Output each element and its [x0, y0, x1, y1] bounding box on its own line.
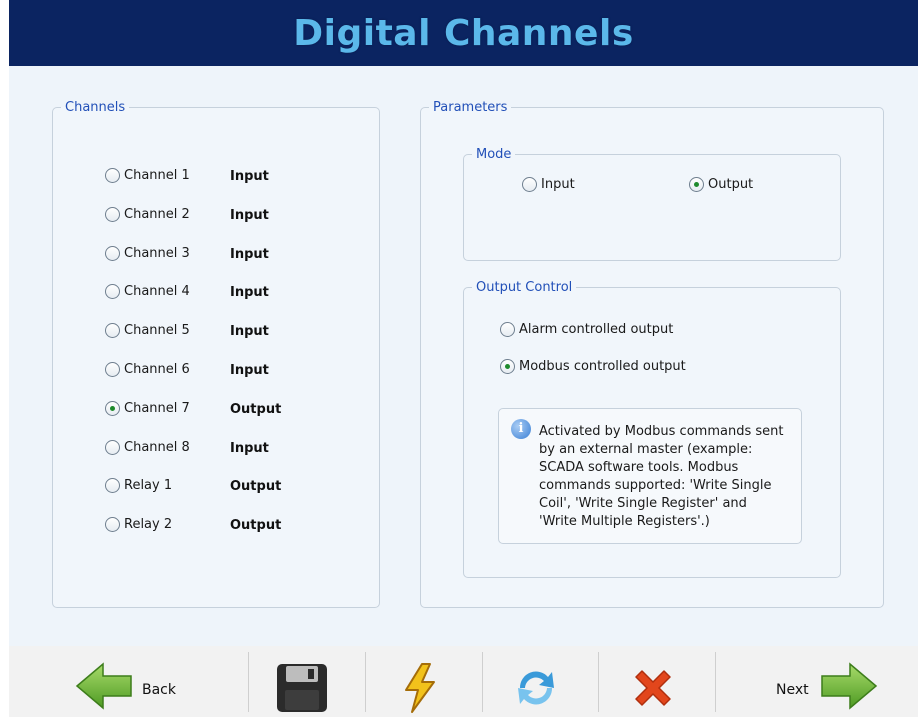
- save-button[interactable]: [275, 662, 329, 714]
- mode-input-radio[interactable]: [522, 177, 537, 192]
- alarm-controlled-radio[interactable]: [500, 322, 515, 337]
- mode-output-label: Output: [708, 177, 754, 192]
- mode-legend: Mode: [476, 147, 512, 162]
- channel-row[interactable]: Channel 5: [105, 323, 190, 338]
- info-line: by an external master (example:: [539, 442, 753, 457]
- channel-name: Channel 7: [124, 401, 190, 416]
- channel-type: Input: [230, 247, 269, 262]
- back-button[interactable]: Back: [75, 660, 185, 712]
- next-label: Next: [776, 682, 809, 698]
- channel-radio[interactable]: [105, 478, 120, 493]
- modbus-controlled-radio[interactable]: [500, 359, 515, 374]
- channel-name: Channel 4: [124, 284, 190, 299]
- info-text: Activated by Modbus commands sent by an …: [539, 423, 789, 531]
- back-arrow-icon: [75, 662, 132, 710]
- next-button[interactable]: Next: [776, 660, 880, 712]
- toolbar-divider: [248, 652, 249, 712]
- mode-output-radio[interactable]: [689, 177, 704, 192]
- channel-type: Output: [230, 402, 282, 417]
- channel-radio[interactable]: [105, 517, 120, 532]
- channel-row[interactable]: Relay 1: [105, 478, 172, 493]
- channels-legend: Channels: [65, 100, 126, 115]
- mode-group: Mode: [463, 147, 841, 261]
- channel-type: Input: [230, 208, 269, 223]
- alarm-controlled-option[interactable]: Alarm controlled output: [500, 322, 673, 337]
- info-icon: i: [511, 419, 531, 439]
- channel-radio[interactable]: [105, 323, 120, 338]
- output-control-legend: Output Control: [476, 280, 573, 295]
- channel-radio[interactable]: [105, 362, 120, 377]
- channel-name: Relay 2: [124, 517, 173, 532]
- info-line: 'Write Multiple Registers'.): [539, 514, 710, 529]
- channel-type: Input: [230, 441, 269, 456]
- toolbar-divider: [365, 652, 366, 712]
- apply-button[interactable]: [400, 662, 440, 714]
- mode-input-label: Input: [541, 177, 575, 192]
- refresh-button[interactable]: [512, 664, 560, 712]
- close-x-icon: [635, 670, 671, 706]
- modbus-controlled-label: Modbus controlled output: [519, 359, 686, 374]
- channel-name: Channel 5: [124, 323, 190, 338]
- channel-radio[interactable]: [105, 207, 120, 222]
- info-line: Coil', 'Write Single Register' and: [539, 496, 747, 511]
- channel-type: Output: [230, 479, 282, 494]
- close-button[interactable]: [630, 665, 676, 711]
- channel-row[interactable]: Channel 1: [105, 168, 190, 183]
- toolbar-divider: [715, 652, 716, 712]
- channel-row[interactable]: Channel 4: [105, 284, 190, 299]
- title-bar: Digital Channels: [9, 0, 918, 66]
- channel-radio[interactable]: [105, 246, 120, 261]
- channel-type: Input: [230, 169, 269, 184]
- channel-type: Input: [230, 285, 269, 300]
- channel-row[interactable]: Channel 2: [105, 207, 190, 222]
- channel-row[interactable]: Channel 6: [105, 362, 190, 377]
- toolbar-divider: [482, 652, 483, 712]
- info-line: Activated by Modbus commands sent: [539, 424, 784, 439]
- modbus-controlled-option[interactable]: Modbus controlled output: [500, 359, 686, 374]
- channel-radio[interactable]: [105, 440, 120, 455]
- channel-type: Input: [230, 324, 269, 339]
- channel-type: Input: [230, 363, 269, 378]
- back-label: Back: [142, 682, 176, 698]
- channel-name: Channel 8: [124, 440, 190, 455]
- lightning-icon: [405, 663, 435, 713]
- parameters-legend: Parameters: [433, 100, 508, 115]
- info-line: commands supported: 'Write Single: [539, 478, 772, 493]
- refresh-icon: [518, 671, 554, 705]
- info-box: i Activated by Modbus commands sent by a…: [498, 408, 802, 544]
- channel-radio[interactable]: [105, 284, 120, 299]
- channel-type: Output: [230, 518, 282, 533]
- next-arrow-icon: [821, 662, 878, 710]
- channel-name: Channel 1: [124, 168, 190, 183]
- channels-group: Channels: [52, 100, 380, 608]
- info-line: SCADA software tools. Modbus: [539, 460, 739, 475]
- channel-row[interactable]: Channel 8: [105, 440, 190, 455]
- channel-name: Relay 1: [124, 478, 173, 493]
- alarm-controlled-label: Alarm controlled output: [519, 322, 674, 337]
- channel-name: Channel 2: [124, 207, 190, 222]
- channel-row[interactable]: Channel 3: [105, 246, 190, 261]
- save-disk-icon: [277, 664, 327, 712]
- toolbar-divider: [598, 652, 599, 712]
- channel-radio[interactable]: [105, 168, 120, 183]
- channel-name: Channel 3: [124, 246, 190, 261]
- mode-output-option[interactable]: Output: [689, 177, 753, 192]
- channel-name: Channel 6: [124, 362, 190, 377]
- channel-radio[interactable]: [105, 401, 120, 416]
- channel-row[interactable]: Relay 2: [105, 517, 172, 532]
- page-title: Digital Channels: [293, 12, 634, 54]
- mode-input-option[interactable]: Input: [522, 177, 575, 192]
- channel-row[interactable]: Channel 7: [105, 401, 190, 416]
